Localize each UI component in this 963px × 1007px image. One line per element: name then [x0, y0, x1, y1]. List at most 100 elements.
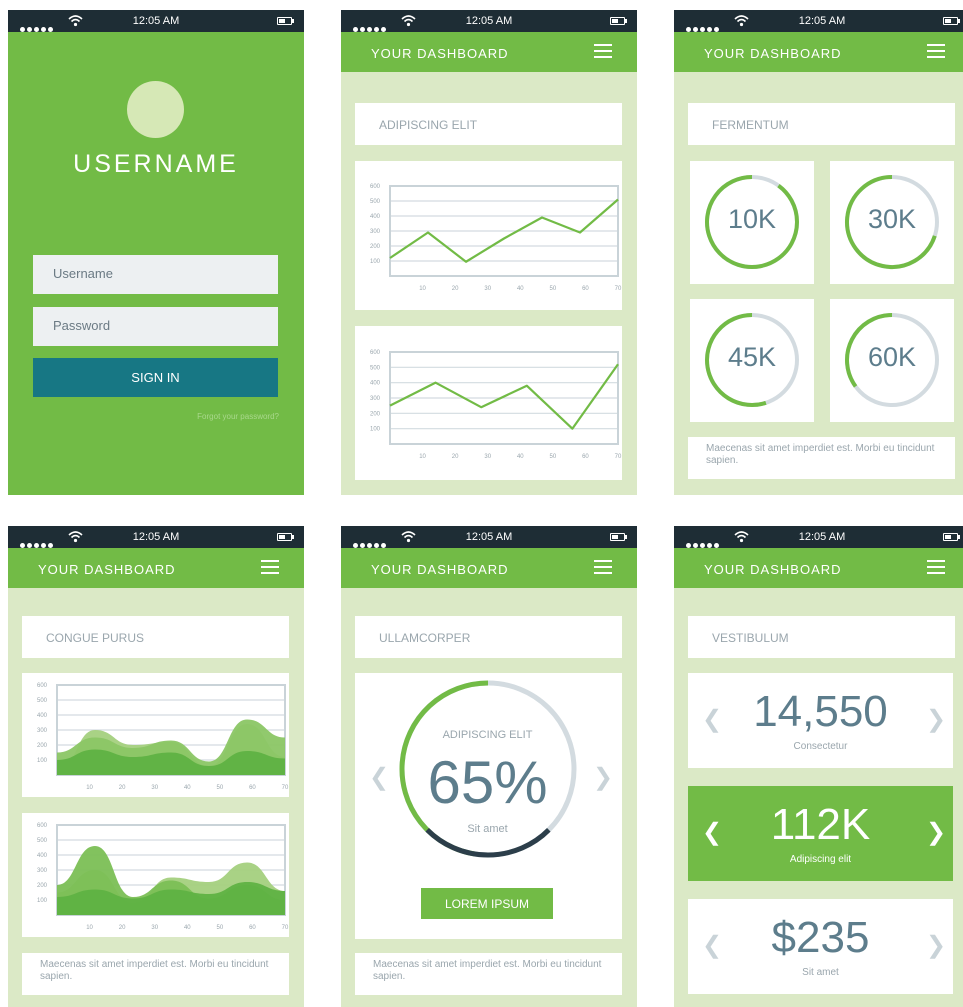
y-tick-label: 500: [37, 698, 48, 704]
hamburger-menu-icon[interactable]: [594, 44, 612, 58]
title-card: VESTIBULUM: [688, 616, 955, 658]
card-title: ULLAMCORPER: [379, 631, 471, 645]
ring-value: 30K: [867, 204, 917, 234]
note-card: Maecenas sit amet imperdiet est. Morbi e…: [355, 953, 622, 995]
x-tick-label: 70: [282, 785, 289, 791]
y-tick-label: 500: [37, 838, 48, 844]
y-tick-label: 400: [370, 381, 381, 387]
note-text: Maecenas sit amet imperdiet est. Morbi e…: [373, 959, 602, 982]
y-tick-label: 300: [370, 229, 381, 235]
status-time: 12:05 AM: [132, 531, 180, 543]
x-tick-label: 50: [217, 925, 224, 931]
gauge-subtitle: Sit amet: [467, 823, 508, 835]
ring-value: 10K: [727, 204, 777, 234]
username-heading: USERNAME: [73, 150, 239, 178]
card-title: VESTIBULUM: [712, 631, 789, 645]
hamburger-menu-icon[interactable]: [927, 44, 945, 58]
ring-value: 60K: [867, 342, 917, 372]
gauge-title: ADIPISCING ELIT: [442, 729, 533, 741]
note-card: Maecenas sit amet imperdiet est. Morbi e…: [688, 437, 955, 479]
x-tick-label: 60: [249, 785, 256, 791]
forgot-password-link[interactable]: Forgot your password?: [197, 412, 279, 421]
stat-label: Sit amet: [802, 967, 839, 978]
y-tick-label: 300: [37, 868, 48, 874]
x-tick-label: 20: [452, 454, 459, 460]
screen-body: YOUR DASHBOARD ULLAMCORPER ADIPISCING EL…: [341, 548, 637, 1007]
card-title: FERMENTUM: [712, 118, 789, 132]
stat-card-1: ❮ 14,550 Consectetur ❯: [688, 673, 953, 768]
x-tick-label: 50: [550, 454, 557, 460]
x-tick-label: 20: [119, 925, 126, 931]
gauge-card: ADIPISCING ELIT 65% Sit amet ❮ ❯ LOREM I…: [355, 673, 622, 939]
y-tick-label: 600: [370, 350, 381, 356]
x-tick-label: 50: [550, 286, 557, 292]
x-tick-label: 40: [184, 925, 191, 931]
x-tick-label: 10: [86, 785, 93, 791]
line-charts-screen: 12:05 AM YOUR DASHBOARD ADIPISCING ELIT …: [341, 10, 637, 495]
title-card: FERMENTUM: [688, 103, 955, 145]
password-field-box: [33, 307, 278, 346]
line-chart-2: 100 200 300 400 500 600 10 20 30 40 50 60 70: [355, 326, 622, 480]
app-title: YOUR DASHBOARD: [704, 46, 842, 61]
gauge-screen: 12:05 AM YOUR DASHBOARD ULLAMCORPER ADIP…: [341, 526, 637, 1007]
note-text: Maecenas sit amet imperdiet est. Morbi e…: [40, 959, 269, 982]
x-tick-label: 50: [217, 785, 224, 791]
y-tick-label: 100: [370, 259, 381, 265]
status-bar: 12:05 AM: [8, 526, 304, 548]
chevron-left-icon[interactable]: ❮: [369, 763, 389, 792]
stats-screen: 12:05 AM YOUR DASHBOARD VESTIBULUM ❮ 14,…: [674, 526, 963, 1007]
sign-in-button[interactable]: SIGN IN: [33, 358, 278, 397]
x-tick-label: 60: [582, 454, 589, 460]
x-tick-label: 30: [151, 925, 158, 931]
battery-icon: [277, 17, 294, 25]
username-input[interactable]: [33, 255, 273, 292]
x-tick-label: 30: [151, 785, 158, 791]
x-tick-label: 60: [582, 286, 589, 292]
password-input[interactable]: [33, 307, 273, 344]
status-time: 12:05 AM: [465, 531, 513, 543]
x-tick-label: 40: [184, 785, 191, 791]
y-tick-label: 200: [37, 743, 48, 749]
x-tick-label: 20: [119, 785, 126, 791]
area-chart-2: 100 200 300 400 500 600 10 20 30 40 50 60 70: [22, 813, 289, 937]
y-tick-label: 600: [37, 683, 48, 689]
status-bar: 12:05 AM: [674, 10, 963, 32]
hamburger-menu-icon[interactable]: [261, 560, 279, 574]
app-title: YOUR DASHBOARD: [38, 562, 176, 577]
app-title: YOUR DASHBOARD: [371, 562, 509, 577]
screen-body: YOUR DASHBOARD FERMENTUM 10K 30K 45K 60K…: [674, 32, 963, 495]
y-tick-label: 600: [37, 823, 48, 829]
chevron-right-icon[interactable]: ❯: [926, 818, 946, 847]
status-time: 12:05 AM: [465, 15, 513, 27]
title-card: ULLAMCORPER: [355, 616, 622, 658]
lorem-ipsum-button[interactable]: LOREM IPSUM: [421, 888, 553, 919]
status-time: 12:05 AM: [798, 15, 846, 27]
status-bar: 12:05 AM: [8, 10, 304, 32]
hamburger-menu-icon[interactable]: [594, 560, 612, 574]
x-tick-label: 20: [452, 286, 459, 292]
screen-body: YOUR DASHBOARD CONGUE PURUS 100 200 300 400…: [8, 548, 304, 1007]
app-title: YOUR DASHBOARD: [371, 46, 509, 61]
battery-icon: [610, 17, 627, 25]
stat-card-3: ❮ $235 Sit amet ❯: [688, 899, 953, 994]
note-text: Maecenas sit amet imperdiet est. Morbi e…: [706, 443, 935, 466]
x-tick-label: 60: [249, 925, 256, 931]
y-tick-label: 500: [370, 199, 381, 205]
chart-svg: 100 200 300 400 500 600 10 20 30 40 50 60 70: [37, 823, 289, 931]
hamburger-menu-icon[interactable]: [927, 560, 945, 574]
rings-screen: 12:05 AM YOUR DASHBOARD FERMENTUM 10K 30…: [674, 10, 963, 495]
y-tick-label: 300: [37, 728, 48, 734]
chevron-right-icon[interactable]: ❯: [926, 705, 946, 734]
ring-card-1: 10K: [690, 161, 814, 284]
stat-label: Consectetur: [793, 741, 848, 752]
chevron-right-icon[interactable]: ❯: [926, 931, 946, 960]
y-tick-label: 300: [370, 396, 381, 402]
chart-svg: 100 200 300 400 500 600 10 20 30 40 50 60 70: [370, 350, 622, 460]
chevron-right-icon[interactable]: ❯: [593, 763, 613, 792]
login-screen: 12:05 AM USERNAME SIGN IN Forgot your pa…: [8, 10, 304, 495]
screen-body: YOUR DASHBOARD VESTIBULUM ❮ 14,550 Conse…: [674, 548, 963, 1007]
stat-value: 112K: [770, 800, 871, 849]
y-tick-label: 400: [370, 214, 381, 220]
x-tick-label: 30: [484, 286, 491, 292]
card-title: ADIPISCING ELIT: [379, 118, 478, 132]
